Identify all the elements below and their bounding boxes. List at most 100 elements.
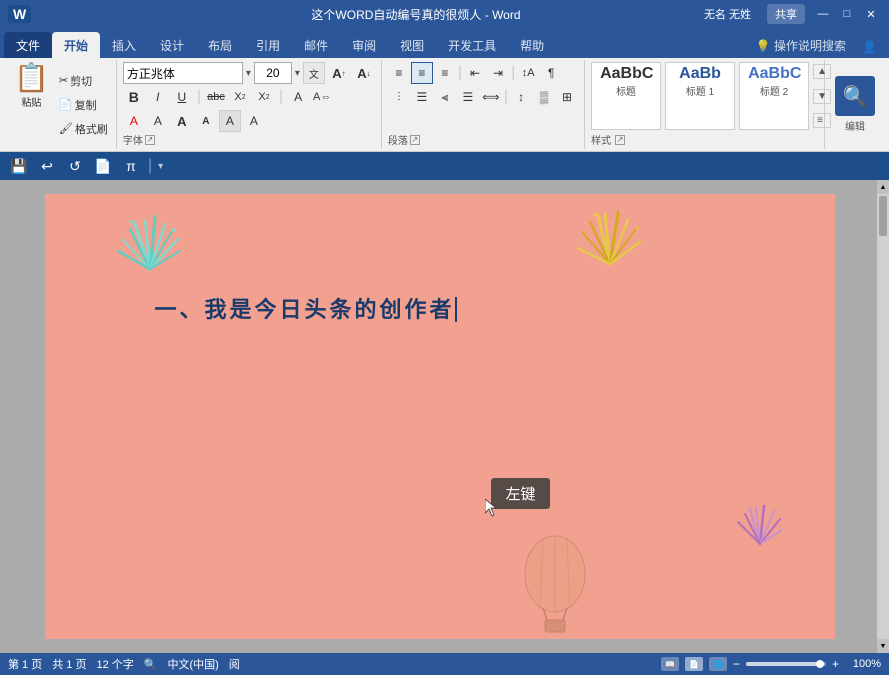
paste-button[interactable]: 📋 粘贴 bbox=[8, 62, 55, 147]
italic-button[interactable]: I bbox=[147, 86, 169, 108]
scroll-top-btn[interactable]: ▲ bbox=[877, 180, 889, 194]
subscript-button[interactable]: X2 bbox=[229, 86, 251, 108]
status-bar: 第 1 页 共 1 页 12 个字 🔍 中文(中国) 阅 📖 📄 🌐 − + 1… bbox=[0, 653, 889, 675]
font-name-dropdown[interactable]: ▾ bbox=[246, 68, 251, 79]
font-expand-btn[interactable]: ↗ bbox=[145, 135, 155, 145]
align-right-button[interactable]: ⫷ bbox=[434, 86, 456, 108]
distribute-button[interactable]: ⟺ bbox=[480, 86, 502, 108]
scroll-track[interactable] bbox=[877, 196, 889, 641]
font-size-big-button[interactable]: A bbox=[171, 110, 193, 132]
font-size-input[interactable] bbox=[254, 62, 292, 84]
undo-button[interactable]: ↩ bbox=[36, 155, 58, 177]
text-effect-button[interactable]: A bbox=[219, 110, 241, 132]
pi-button[interactable]: π bbox=[120, 155, 142, 177]
user-icon[interactable]: 👤 bbox=[854, 36, 885, 58]
tab-view[interactable]: 视图 bbox=[388, 32, 436, 58]
font-row1: ▾ ▾ 文 A↑ A↓ bbox=[123, 62, 375, 84]
align-center-button[interactable]: ☰ bbox=[411, 86, 433, 108]
tab-review[interactable]: 审阅 bbox=[340, 32, 388, 58]
wubi-btn[interactable]: 文 bbox=[303, 62, 325, 84]
tab-references[interactable]: 引用 bbox=[244, 32, 292, 58]
style-heading2[interactable]: AaBbC 标题 2 bbox=[739, 62, 809, 130]
multi-list-button[interactable]: ≡ bbox=[434, 62, 456, 84]
firework-top-right bbox=[565, 209, 655, 309]
help-icon[interactable]: 💡 操作说明搜索 bbox=[748, 33, 854, 58]
language: 中文(中国) bbox=[167, 656, 218, 672]
line-spacing-button[interactable]: ↕ bbox=[510, 86, 532, 108]
doc-heading: 一、我是今日头条的创作者 bbox=[155, 297, 455, 322]
superscript-button[interactable]: X2 bbox=[253, 86, 275, 108]
window-controls: — □ ✕ bbox=[813, 5, 881, 23]
format-painter-button[interactable]: 🖌格式刷 bbox=[55, 118, 112, 140]
sort-button[interactable]: ↕A bbox=[517, 62, 539, 84]
view-btn-read[interactable]: 📖 bbox=[661, 657, 679, 671]
font-size-dropdown[interactable]: ▾ bbox=[295, 68, 300, 79]
char-count: 12 个字 bbox=[96, 656, 133, 672]
para-row2: ⫶ ☰ ⫷ ☰ ⟺ | ↕ ▒ ⊞ bbox=[388, 86, 578, 108]
font-size-small-button[interactable]: A bbox=[195, 110, 217, 132]
show-hide-button[interactable]: ¶ bbox=[540, 62, 562, 84]
view-btn-print[interactable]: 📄 bbox=[685, 657, 703, 671]
font-enlarge-btn[interactable]: A↑ bbox=[328, 62, 350, 84]
increase-indent-button[interactable]: ⇥ bbox=[487, 62, 509, 84]
zoom-slider[interactable] bbox=[746, 662, 826, 666]
total-pages: 共 1 页 bbox=[52, 656, 86, 672]
tab-design[interactable]: 设计 bbox=[148, 32, 196, 58]
style-heading1[interactable]: AaBb 标题 1 bbox=[665, 62, 735, 130]
redo-button[interactable]: ↺ bbox=[64, 155, 86, 177]
cut-button[interactable]: ✂剪切 bbox=[55, 70, 112, 92]
tab-home[interactable]: 开始 bbox=[52, 32, 100, 58]
share-button[interactable]: 共享 bbox=[767, 4, 805, 24]
minimize-button[interactable]: — bbox=[813, 5, 833, 23]
tab-insert[interactable]: 插入 bbox=[100, 32, 148, 58]
tooltip-text: 左键 bbox=[505, 486, 535, 503]
font-shrink-btn[interactable]: A↓ bbox=[353, 62, 375, 84]
styles-group: AaBbC 标题 AaBb 标题 1 AaBbC 标题 2 ▲ ▼ ≡ bbox=[585, 60, 825, 149]
scroll-thumb[interactable] bbox=[879, 196, 887, 236]
clear-format-button[interactable]: A bbox=[287, 86, 309, 108]
highlight-button[interactable]: A bbox=[147, 110, 169, 132]
tab-developer[interactable]: 开发工具 bbox=[436, 32, 508, 58]
zoom-minus[interactable]: − bbox=[733, 657, 740, 671]
document-page[interactable]: 一、我是今日头条的创作者 左键 bbox=[45, 194, 835, 639]
styles-expand-btn[interactable]: ↗ bbox=[615, 135, 625, 145]
border-button[interactable]: ⊞ bbox=[556, 86, 578, 108]
copy-button[interactable]: 📄复制 bbox=[55, 94, 112, 116]
edit-label: 编辑 bbox=[845, 118, 865, 133]
maximize-button[interactable]: □ bbox=[837, 5, 857, 23]
font-group: ▾ ▾ 文 A↑ A↓ B I U | abc X2 X2 | A A⇔ A bbox=[117, 60, 382, 149]
customize-button[interactable]: ▾ bbox=[158, 161, 163, 172]
text-fill-button[interactable]: A bbox=[243, 110, 265, 132]
tab-file[interactable]: 文件 bbox=[4, 32, 52, 58]
zoom-plus[interactable]: + bbox=[832, 657, 839, 671]
search-button[interactable]: 🔍 bbox=[835, 76, 875, 116]
close-button[interactable]: ✕ bbox=[861, 5, 881, 23]
view-btn-web[interactable]: 🌐 bbox=[709, 657, 727, 671]
tab-mail[interactable]: 邮件 bbox=[292, 32, 340, 58]
tab-help[interactable]: 帮助 bbox=[508, 32, 556, 58]
numbering-button[interactable]: ≡ bbox=[411, 62, 433, 84]
justify-button[interactable]: ☰ bbox=[457, 86, 479, 108]
main-content: 一、我是今日头条的创作者 左键 bbox=[0, 180, 889, 653]
document-text[interactable]: 一、我是今日头条的创作者 bbox=[155, 292, 457, 324]
font-name-input[interactable] bbox=[123, 62, 243, 84]
font-color-button[interactable]: A bbox=[123, 110, 145, 132]
scroll-bottom-btn[interactable]: ▼ bbox=[877, 639, 889, 653]
style-normal[interactable]: AaBbC 标题 bbox=[591, 62, 661, 130]
tab-layout[interactable]: 布局 bbox=[196, 32, 244, 58]
underline-button[interactable]: U bbox=[171, 86, 193, 108]
decrease-indent-button[interactable]: ⇤ bbox=[464, 62, 486, 84]
shading-button[interactable]: ▒ bbox=[533, 86, 555, 108]
bullets-button[interactable]: ≡ bbox=[388, 62, 410, 84]
firework-bottom-right bbox=[725, 499, 795, 579]
char-spacing-button[interactable]: A⇔ bbox=[311, 86, 333, 108]
strikethrough-button[interactable]: abc bbox=[205, 86, 227, 108]
align-left-button[interactable]: ⫶ bbox=[388, 86, 410, 108]
clipboard-small-btns: ✂剪切 📄复制 🖌格式刷 bbox=[55, 62, 112, 147]
proofing-icon[interactable]: 🔍 bbox=[144, 658, 158, 671]
bold-button[interactable]: B bbox=[123, 86, 145, 108]
status-left: 第 1 页 共 1 页 12 个字 🔍 中文(中国) 阅 bbox=[8, 656, 240, 672]
print-preview-button[interactable]: 📄 bbox=[92, 155, 114, 177]
para-expand-btn[interactable]: ↗ bbox=[410, 135, 420, 145]
save-button[interactable]: 💾 bbox=[8, 155, 30, 177]
